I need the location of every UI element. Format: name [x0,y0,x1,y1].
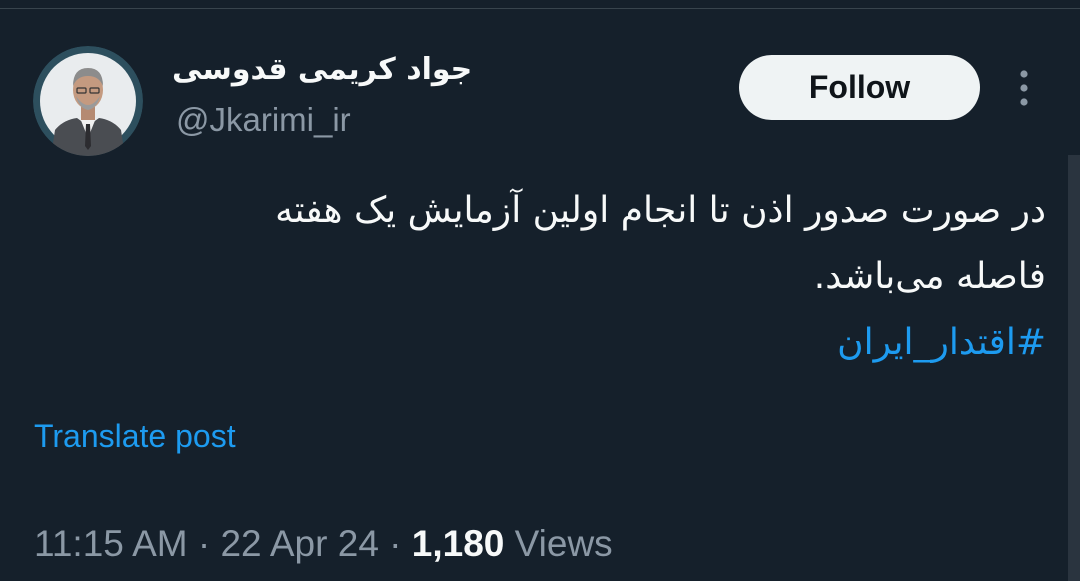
more-options-button[interactable] [1008,66,1040,110]
tweet-line: فاصله می‌باشد. [813,256,1046,297]
tweet-date[interactable]: 22 Apr 24 [220,523,378,564]
meta-separator: · [389,523,402,564]
views-count[interactable]: 1,180 [412,523,505,564]
top-divider [0,8,1080,9]
scrollbar[interactable] [1068,155,1080,581]
follow-button[interactable]: Follow [739,55,980,120]
translate-post-link[interactable]: Translate post [34,414,236,458]
tweet-meta: 11:15 AM · 22 Apr 24 · 1,180 Views [34,520,613,568]
hashtag-link[interactable]: #اقتدار_ایران [837,322,1046,363]
meta-separator: · [197,523,211,564]
avatar[interactable] [33,46,143,156]
more-vertical-icon [1020,70,1028,106]
views-label[interactable]: Views [515,523,613,564]
tweet-time[interactable]: 11:15 AM [34,523,188,564]
tweet-line: در صورت صدور اذن تا انجام اولین آزمایش ی… [275,190,1046,231]
tweet-text: در صورت صدور اذن تا انجام اولین آزمایش ی… [86,178,1046,376]
author-handle[interactable]: @Jkarimi_ir [176,100,351,140]
author-display-name[interactable]: جواد کریمی قدوسی [172,50,482,90]
